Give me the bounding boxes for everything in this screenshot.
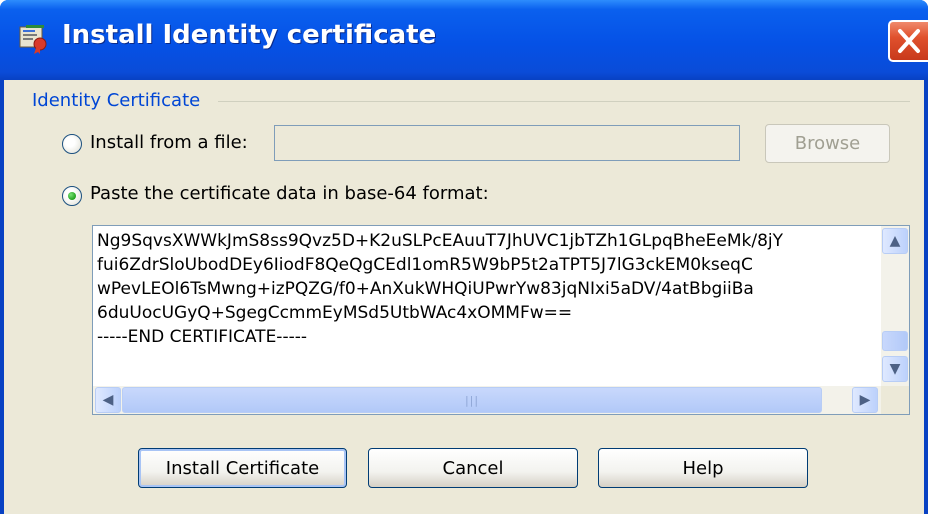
certificate-app-icon xyxy=(18,23,50,55)
certificate-line: fui6ZdrSloUbodDEy6IiodF8QeQgCEdl1omR5W9b… xyxy=(97,255,753,275)
close-button[interactable] xyxy=(888,20,928,62)
scroll-up-button[interactable]: ▲ xyxy=(882,228,908,254)
group-label-identity-certificate: Identity Certificate xyxy=(32,90,209,111)
certificate-line: Ng9SqvsXWWkJmS8ss9Qvz5D+K2uSLPcEAuuT7JhU… xyxy=(97,231,784,251)
vertical-scrollbar[interactable]: ▲ ▼ xyxy=(881,226,909,386)
cancel-button[interactable]: Cancel xyxy=(368,448,578,488)
help-button[interactable]: Help xyxy=(598,448,808,488)
certificate-line: wPevLEOl6TsMwng+izPQZG/f0+AnXukWHQiUPwrY… xyxy=(97,279,754,299)
scroll-down-button[interactable]: ▼ xyxy=(882,356,908,382)
paste-base64-label[interactable]: Paste the certificate data in base-64 fo… xyxy=(90,183,489,204)
browse-button-label: Browse xyxy=(794,133,861,154)
horizontal-scroll-thumb[interactable]: ||| xyxy=(122,387,822,413)
paste-base64-radio[interactable] xyxy=(62,186,82,206)
grip-icon: ||| xyxy=(464,393,480,407)
file-path-input xyxy=(274,125,740,161)
install-from-file-label[interactable]: Install from a file: xyxy=(90,132,248,153)
scrollbar-corner xyxy=(881,386,909,414)
certificate-line: 6duUocUGyQ+SgegCcmmEyMSd5UtbWAc4xOMMFw== xyxy=(97,303,573,323)
window-title: Install Identity certificate xyxy=(62,20,437,50)
horizontal-scrollbar[interactable]: ◀ ||| ▶ xyxy=(93,386,881,414)
certificate-text[interactable]: Ng9SqvsXWWkJmS8ss9Qvz5D+K2uSLPcEAuuT7JhU… xyxy=(97,229,877,379)
browse-button[interactable]: Browse xyxy=(765,124,890,163)
group-divider xyxy=(218,101,910,102)
window-border-right xyxy=(924,80,928,514)
vertical-scroll-thumb[interactable] xyxy=(882,331,908,351)
scroll-right-button[interactable]: ▶ xyxy=(852,387,878,413)
chevron-down-icon: ▼ xyxy=(889,361,901,377)
cancel-label: Cancel xyxy=(442,457,504,479)
certificate-line: -----END CERTIFICATE----- xyxy=(97,327,307,347)
radio-selected-dot xyxy=(68,192,76,200)
install-certificate-label: Install Certificate xyxy=(165,457,320,479)
title-bar[interactable]: Install Identity certificate xyxy=(0,0,928,80)
close-icon xyxy=(898,29,920,53)
scroll-left-button[interactable]: ◀ xyxy=(95,387,121,413)
chevron-left-icon: ◀ xyxy=(102,392,114,408)
help-label: Help xyxy=(682,457,724,479)
install-certificate-button[interactable]: Install Certificate xyxy=(138,448,347,488)
chevron-up-icon: ▲ xyxy=(889,233,901,249)
chevron-right-icon: ▶ xyxy=(859,392,871,408)
install-from-file-radio[interactable] xyxy=(62,134,82,154)
